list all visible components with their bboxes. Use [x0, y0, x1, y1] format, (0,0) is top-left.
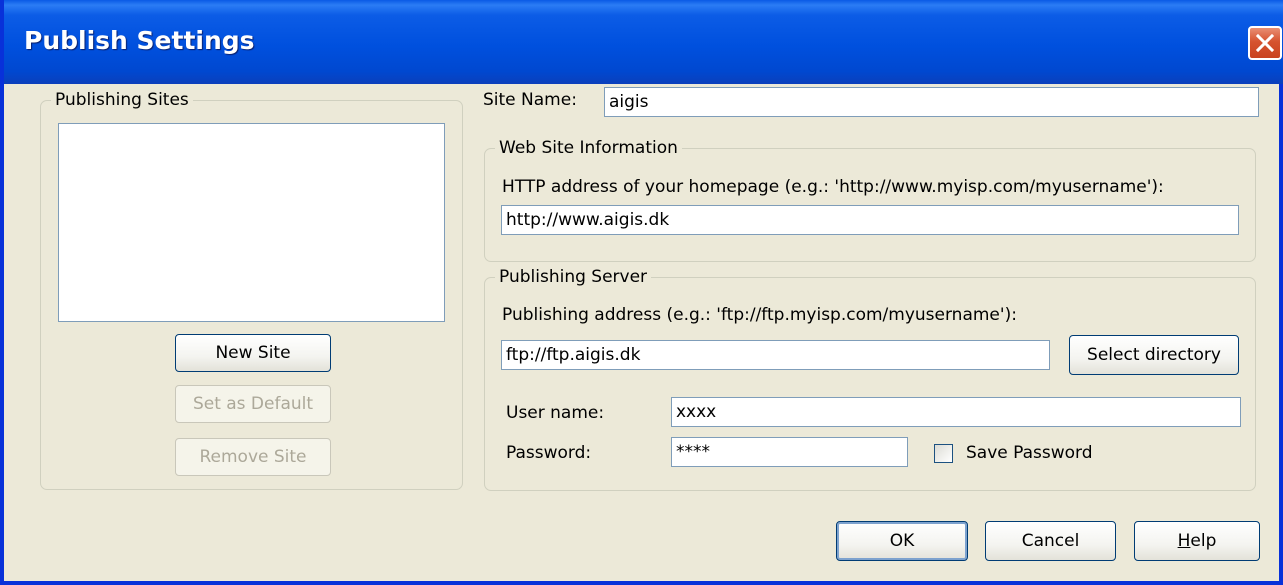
- cancel-button[interactable]: Cancel: [985, 521, 1116, 561]
- publishing-sites-legend: Publishing Sites: [55, 90, 189, 110]
- remove-site-button[interactable]: Remove Site: [175, 438, 331, 476]
- http-address-label: HTTP address of your homepage (e.g.: 'ht…: [502, 177, 1164, 197]
- http-address-input[interactable]: http://www.aigis.dk: [501, 205, 1239, 235]
- web-site-info-group: Web Site Information: [484, 138, 1256, 262]
- publishing-sites-list[interactable]: [58, 123, 445, 322]
- save-password-checkbox[interactable]: [934, 444, 953, 463]
- user-name-label: User name:: [506, 403, 605, 423]
- publishing-address-input[interactable]: ftp://ftp.aigis.dk: [501, 340, 1050, 370]
- help-accelerator: H: [1177, 531, 1191, 551]
- save-password-label[interactable]: Save Password: [966, 443, 1093, 463]
- window-title: Publish Settings: [24, 26, 255, 55]
- close-icon: [1256, 34, 1274, 52]
- new-site-button[interactable]: New Site: [175, 334, 331, 372]
- publish-settings-dialog: Publish Settings Publishing Sites New Si…: [0, 0, 1283, 585]
- site-name-label: Site Name:: [483, 90, 577, 110]
- site-name-input[interactable]: aigis: [604, 87, 1259, 117]
- help-button[interactable]: Help: [1134, 521, 1260, 561]
- ok-button[interactable]: OK: [836, 521, 968, 561]
- publishing-address-label: Publishing address (e.g.: 'ftp://ftp.myi…: [502, 305, 1017, 325]
- help-label-rest: elp: [1190, 531, 1217, 551]
- user-name-input[interactable]: xxxx: [671, 397, 1241, 427]
- title-bar[interactable]: Publish Settings: [4, 0, 1283, 84]
- password-label: Password:: [506, 443, 592, 463]
- set-as-default-button[interactable]: Set as Default: [175, 385, 331, 423]
- select-directory-button[interactable]: Select directory: [1069, 335, 1239, 375]
- close-button[interactable]: [1248, 26, 1282, 60]
- publishing-server-legend: Publishing Server: [499, 267, 648, 287]
- password-input[interactable]: ****: [671, 437, 908, 467]
- web-site-info-legend: Web Site Information: [499, 138, 678, 158]
